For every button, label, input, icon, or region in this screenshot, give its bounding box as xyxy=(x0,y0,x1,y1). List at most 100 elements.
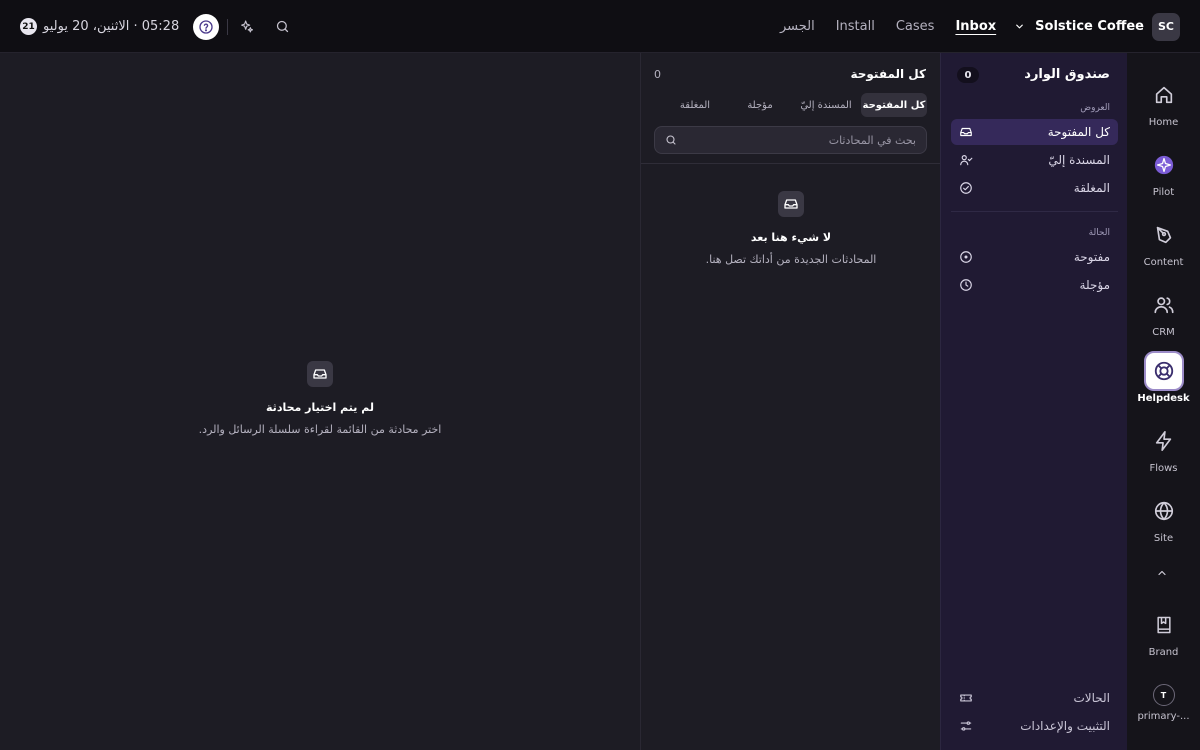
pen-icon xyxy=(1156,226,1171,244)
rail-item-pilot[interactable]: Pilot xyxy=(1127,145,1200,198)
date-badge: 21 xyxy=(20,18,37,35)
list-empty-state: لا شيء هنا بعد المحادثات الجديدة من أدات… xyxy=(666,191,916,266)
sliders-icon xyxy=(960,721,972,731)
tab-snoozed[interactable]: مؤجلة xyxy=(729,93,791,117)
top-bar-right: الجسر Install Cases Inbox Solstice Coffe… xyxy=(780,0,1180,53)
nav-link-install[interactable]: Install xyxy=(836,19,875,34)
rail-label: Flows xyxy=(1149,463,1178,474)
chevron-up-icon xyxy=(1158,570,1166,576)
workspace-switcher-chevron[interactable] xyxy=(1012,15,1026,39)
list-divider xyxy=(641,163,941,164)
rail-item-brand[interactable]: Brand xyxy=(1127,605,1200,658)
inbox-icon xyxy=(784,199,798,209)
help-button[interactable] xyxy=(193,13,220,40)
list-empty-description: المحادثات الجديدة من أداتك تصل هنا. xyxy=(705,253,877,266)
sidebar-item-label: التثبيت والإعدادات xyxy=(1020,719,1110,733)
bolt-icon xyxy=(1155,431,1171,451)
conversation-list-pane: كل المفتوحة 0 كل المفتوحة المسندة إليّ م… xyxy=(640,53,941,750)
sidebar-title: صندوق الوارد xyxy=(1024,67,1110,82)
sidebar-item-label: مؤجلة xyxy=(1079,278,1110,292)
rail-workspace-switcher[interactable]: T primary-... xyxy=(1127,684,1200,722)
workspace-avatar: T xyxy=(1152,684,1175,706)
check-circle-icon xyxy=(960,182,972,194)
list-empty-title: لا شيء هنا بعد xyxy=(750,231,832,244)
sidebar-item-install-settings[interactable]: التثبيت والإعدادات xyxy=(951,713,1118,739)
nav-link-cases[interactable]: Cases xyxy=(896,19,935,34)
rail-item-site[interactable]: Site xyxy=(1127,491,1200,544)
conversation-search-input[interactable] xyxy=(696,133,916,147)
list-empty-icon-box xyxy=(778,191,804,217)
sidebar-item-label: كل المفتوحة xyxy=(1047,125,1110,139)
rail-item-content[interactable]: Content xyxy=(1127,215,1200,268)
ai-sparkle-button[interactable] xyxy=(235,15,259,39)
user-avatar[interactable]: SC xyxy=(1152,12,1180,41)
nav-link-bridge[interactable]: الجسر xyxy=(780,19,815,34)
tab-assigned-to-me[interactable]: المسندة إليّ xyxy=(791,93,861,117)
sidebar-divider xyxy=(951,211,1118,212)
sidebar-item-label: المسندة إليّ xyxy=(1048,153,1110,167)
sidebar-item-label: المغلقة xyxy=(1073,181,1110,195)
rail-item-home[interactable]: Home xyxy=(1127,75,1200,128)
rail-label: Home xyxy=(1148,117,1179,128)
detail-empty-title: لم يتم اختيار محادثة xyxy=(266,401,374,414)
help-icon xyxy=(199,19,213,34)
rail-item-flows[interactable]: Flows xyxy=(1127,421,1200,474)
rail-icon-box xyxy=(1144,75,1184,115)
sparkle-icon xyxy=(241,19,254,32)
sidebar-item-label: الحالات xyxy=(1073,691,1110,705)
search-icon xyxy=(666,135,676,145)
rail-icon-box xyxy=(1144,145,1184,185)
rail-label: CRM xyxy=(1152,327,1175,338)
rail-collapse-button[interactable] xyxy=(1156,567,1168,579)
detail-empty-description: اختر محادثة من القائمة لقراءة سلسلة الرس… xyxy=(198,423,442,436)
workspace-label: primary-... xyxy=(1137,711,1190,722)
rail-icon-box xyxy=(1144,285,1184,325)
app-rail: Home Pilot Content CRM Helpdesk Flows Si… xyxy=(1127,53,1200,750)
rail-icon-box xyxy=(1144,491,1184,531)
toolbar-divider xyxy=(227,18,229,35)
rail-icon-box xyxy=(1144,605,1184,645)
detail-empty-state: لم يتم اختيار محادثة اختر محادثة من القا… xyxy=(170,361,470,436)
sidebar-item-status-open[interactable]: مفتوحة xyxy=(951,244,1118,270)
status-heading: الحالة xyxy=(1088,228,1110,238)
sidebar-item-assigned-to-me[interactable]: المسندة إليّ xyxy=(951,147,1118,173)
conversation-search[interactable] xyxy=(654,126,927,154)
rail-icon-box xyxy=(1143,351,1184,391)
rail-label: Content xyxy=(1143,257,1184,268)
inbox-sidebar: صندوق الوارد 0 العروض كل المفتوحة المسند… xyxy=(940,53,1127,750)
sidebar-item-status-snoozed[interactable]: مؤجلة xyxy=(951,272,1118,298)
workspace-name[interactable]: Solstice Coffee xyxy=(1035,19,1144,34)
rail-label: Pilot xyxy=(1152,187,1175,198)
detail-empty-icon-box xyxy=(307,361,333,387)
ticket-icon xyxy=(960,694,972,702)
chevron-down-icon xyxy=(1015,24,1023,29)
rail-icon-box xyxy=(1144,215,1184,255)
circle-dot-icon xyxy=(960,251,972,263)
search-button[interactable] xyxy=(270,15,294,39)
list-title: كل المفتوحة xyxy=(850,67,926,81)
list-count: 0 xyxy=(654,68,661,81)
clock-icon xyxy=(960,279,972,291)
tab-closed[interactable]: المغلقة xyxy=(661,93,729,117)
rail-item-helpdesk[interactable]: Helpdesk xyxy=(1127,351,1200,404)
sidebar-item-all-open[interactable]: كل المفتوحة xyxy=(951,119,1118,145)
rail-item-crm[interactable]: CRM xyxy=(1127,285,1200,338)
sidebar-item-cases[interactable]: الحالات xyxy=(951,685,1118,711)
filter-tabs: كل المفتوحة المسندة إليّ مؤجلة المغلقة xyxy=(654,93,927,117)
rail-icon-box xyxy=(1144,421,1184,461)
rail-label: Brand xyxy=(1148,647,1179,658)
inbox-icon xyxy=(960,127,972,137)
pilot-icon xyxy=(1154,155,1173,175)
date-time-text: 05:28 · الاثنين، 20 يوليو xyxy=(43,19,180,34)
tab-all-open[interactable]: كل المفتوحة xyxy=(861,93,927,117)
users-icon xyxy=(1153,297,1174,314)
rail-label: Helpdesk xyxy=(1137,393,1190,404)
user-check-icon xyxy=(960,155,973,166)
rail-label: Site xyxy=(1153,533,1174,544)
views-heading: العروض xyxy=(1080,103,1110,113)
home-icon xyxy=(1155,86,1172,104)
sidebar-item-closed[interactable]: المغلقة xyxy=(951,175,1118,201)
top-nav: الجسر Install Cases Inbox xyxy=(780,19,1012,34)
nav-link-inbox[interactable]: Inbox xyxy=(955,19,996,34)
conversation-detail-pane: لم يتم اختيار محادثة اختر محادثة من القا… xyxy=(0,53,640,750)
